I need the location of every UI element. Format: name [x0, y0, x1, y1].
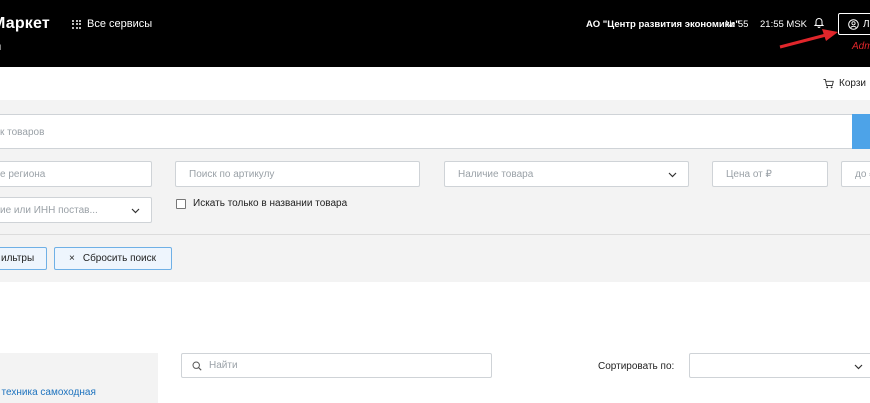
title-only-label: Искать только в названии товара — [193, 198, 348, 209]
user-icon — [848, 18, 859, 30]
reset-search-button[interactable]: × Сбросить поиск — [54, 247, 172, 270]
grid-dots-icon — [72, 19, 81, 29]
all-services-button[interactable]: Все сервисы — [72, 18, 152, 30]
category-link[interactable]: ; техника самоходная — [0, 387, 96, 398]
organization-name[interactable]: АО "Центр развития экономики" — [586, 19, 740, 30]
reset-search-label: Сбросить поиск — [82, 253, 157, 264]
price-to-field[interactable]: до ₽ — [841, 161, 870, 187]
user-initial: Л — [863, 18, 870, 30]
sort-select[interactable] — [689, 353, 870, 378]
user-menu-button[interactable]: Л — [838, 13, 870, 35]
chevron-down-icon — [854, 364, 863, 370]
cart-label: Корзи — [839, 78, 867, 89]
header-subtitle: ы — [0, 42, 1, 53]
region-placeholder: е региона — [0, 168, 46, 180]
search-icon — [192, 360, 202, 371]
filter-divider — [0, 234, 870, 235]
article-search-field[interactable]: Поиск по артикулу — [175, 161, 420, 187]
availability-select[interactable]: Наличие товара — [444, 161, 689, 187]
price-to-placeholder: до ₽ — [855, 168, 870, 180]
all-services-label: Все сервисы — [87, 18, 153, 30]
admin-label: Adm — [852, 41, 870, 52]
cart-link[interactable]: Корзи — [823, 78, 866, 89]
price-from-placeholder: Цена от ₽ — [726, 168, 772, 180]
organization-number: № 55 — [725, 19, 749, 30]
brand-title[interactable]: Маркет — [0, 15, 50, 33]
filters-button-label: ильтры — [1, 253, 35, 264]
filters-button[interactable]: ильтры — [0, 247, 47, 270]
top-header: Маркет Все сервисы ы АО "Центр развития … — [0, 0, 870, 67]
search-button[interactable] — [852, 114, 870, 149]
product-search-input[interactable]: ск товаров — [0, 114, 852, 149]
article-placeholder: Поиск по артикулу — [189, 168, 275, 180]
region-field[interactable]: е региона — [0, 161, 152, 187]
title-only-checkbox[interactable]: Искать только в названии товара — [176, 198, 347, 209]
chevron-down-icon — [131, 208, 140, 214]
price-from-field[interactable]: Цена от ₽ — [712, 161, 828, 187]
close-icon: × — [69, 253, 75, 264]
sort-label: Сортировать по: — [598, 361, 675, 372]
catalog-find-input[interactable]: Найти — [181, 353, 492, 378]
red-arrow-annotation — [779, 29, 838, 49]
checkbox-box[interactable] — [176, 198, 186, 209]
availability-placeholder: Наличие товара — [458, 168, 534, 180]
supplier-select[interactable]: ие или ИНН постав... — [0, 197, 152, 223]
supplier-placeholder: ие или ИНН постав... — [0, 204, 98, 216]
find-placeholder: Найти — [209, 360, 238, 371]
chevron-down-icon — [668, 172, 677, 178]
cart-icon — [823, 79, 834, 89]
